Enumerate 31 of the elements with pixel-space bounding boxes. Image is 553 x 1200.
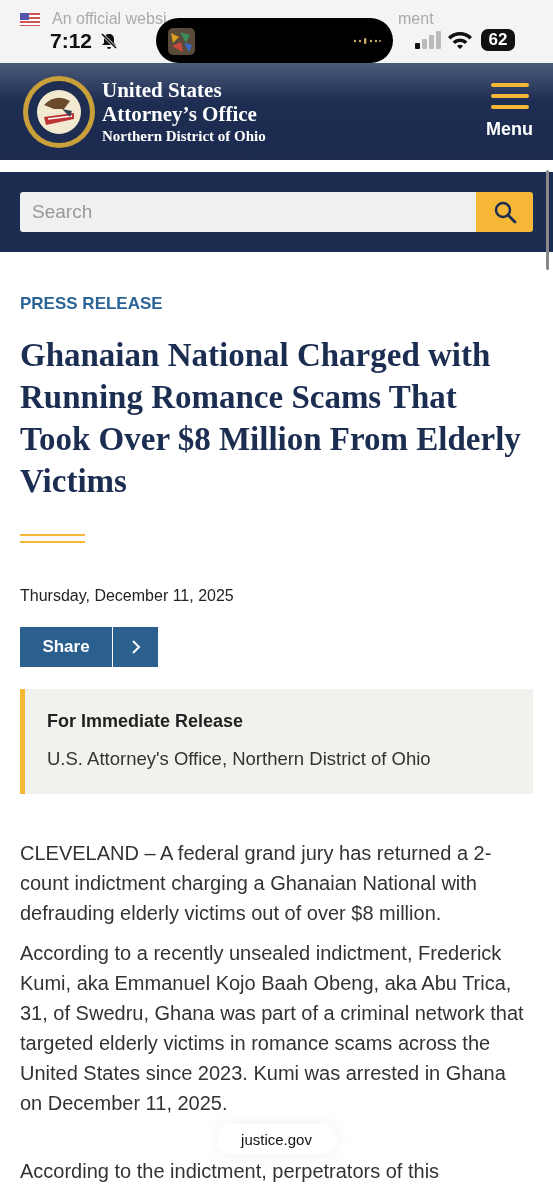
- share-button[interactable]: Share: [20, 627, 112, 667]
- search-field[interactable]: Search: [20, 192, 476, 232]
- office-title: United States: [102, 77, 223, 102]
- district-name: Northern District of Ohio: [102, 126, 266, 146]
- muted-bell-icon: [100, 32, 118, 50]
- chevron-icon: [130, 639, 141, 655]
- search-button[interactable]: [476, 192, 533, 232]
- flag-icon: [20, 12, 40, 26]
- publish-date: Thursday, December 11, 2025: [20, 587, 235, 605]
- share-expand-button[interactable]: [112, 627, 158, 667]
- signal-icon: [415, 31, 441, 49]
- body-paragraph: CLEVELAND – A federal grand jury has returned a 2-count indictment charging a Ghanaian National with defrauding elderly victims out of over $8 million.: [20, 841, 493, 926]
- battery-indicator: 62: [481, 29, 515, 51]
- callout-text: U.S. Attorney's Office, Northern District of Ohio: [47, 748, 432, 770]
- body-paragraph: According to a recently unsealed indictment, Frederick Kumi, aka Emmanuel Kojo Baah Obeng, aka Abu Trica, 31, of Swedru, Ghana was part of a criminal network that targeted elderly victims in romance scams across the United States since 2023. Kumi was arrested in Ghana on December 11, 2025.: [20, 941, 525, 1116]
- clock-time: 7:12: [50, 29, 93, 53]
- app-icon[interactable]: [168, 28, 195, 55]
- banner-text: An official websi: [52, 10, 167, 28]
- body-paragraph: According to the indictment, perpetrators of this: [20, 1159, 441, 1184]
- article-title: Ghanaian National Charged with Running Romance Scams That Took Over $8 Million From Elderly Victims: [20, 336, 522, 501]
- callout-heading: For Immediate Release: [47, 711, 245, 732]
- address-bar[interactable]: justice.gov: [216, 1124, 337, 1154]
- search-icon: [492, 200, 517, 224]
- banner-text: ment: [398, 10, 434, 28]
- wifi-icon: [447, 30, 473, 50]
- menu-icon: [490, 83, 529, 109]
- title-underline: [20, 534, 85, 543]
- menu-button[interactable]: Menu: [486, 83, 533, 140]
- audio-wave-icon: [353, 38, 381, 44]
- category-label: PRESS RELEASE: [20, 294, 164, 314]
- office-title: Attorney’s Office: [102, 101, 258, 126]
